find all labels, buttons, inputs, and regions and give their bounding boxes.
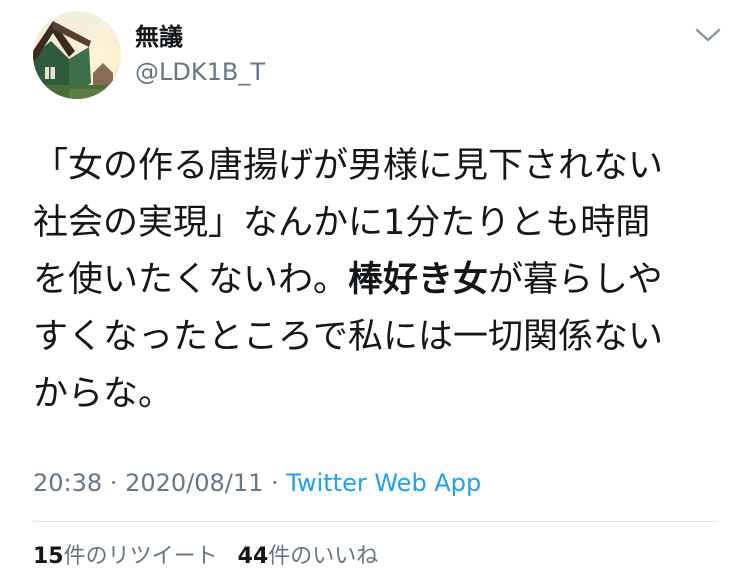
tweet-time[interactable]: 20:38 <box>33 469 102 497</box>
avatar-image-icon <box>33 11 121 99</box>
tweet-text-bold-segment: 棒好き女 <box>348 260 489 300</box>
tweet-date[interactable]: 2020/08/11 <box>125 469 263 497</box>
tweet-source-link[interactable]: Twitter Web App <box>286 469 481 497</box>
tweet-text-line: 社会の実現」なんかに1分たりとも時間 <box>33 203 651 243</box>
user-handle[interactable]: @LDK1B_T <box>135 57 265 87</box>
tweet-text-line: すくなったところで私には一切関係ない <box>33 317 664 357</box>
retweets-label: 件のリツイート <box>63 544 218 569</box>
tweet-text-segment: が暮らしや <box>488 260 663 300</box>
retweets-count: 15 <box>33 544 64 569</box>
tweet-text-line: からな。 <box>33 374 174 414</box>
tweet-meta: 20:38 · 2020/08/11 · Twitter Web App <box>33 466 481 500</box>
likes-stat[interactable]: 44件のいいね <box>238 544 379 569</box>
divider <box>33 521 718 522</box>
display-name[interactable]: 無議 <box>135 22 183 52</box>
retweets-stat[interactable]: 15件のリツイート <box>33 544 218 569</box>
tweet-text-segment: を使いたくないわ。 <box>33 260 349 300</box>
avatar[interactable] <box>33 11 121 99</box>
tweet-text-line: を使いたくないわ。棒好き女が暮らしや <box>33 252 723 309</box>
likes-count: 44 <box>237 544 269 569</box>
tweet-text-line: 「女の作る唐揚げが男様に見下されない <box>33 146 664 186</box>
tweet-text: 「女の作る唐揚げが男様に見下されない 社会の実現」なんかに1分たりとも時間 を使… <box>33 138 723 423</box>
meta-separator: · <box>102 469 126 497</box>
likes-label: 件のいいね <box>268 544 379 569</box>
meta-separator: · <box>263 469 287 497</box>
chevron-down-icon[interactable] <box>694 25 722 45</box>
tweet-stats: 15件のリツイート 44件のいいね <box>33 541 378 573</box>
tweet-card: 無議 @LDK1B_T 「女の作る唐揚げが男様に見下されない 社会の実現」なんか… <box>0 0 750 588</box>
